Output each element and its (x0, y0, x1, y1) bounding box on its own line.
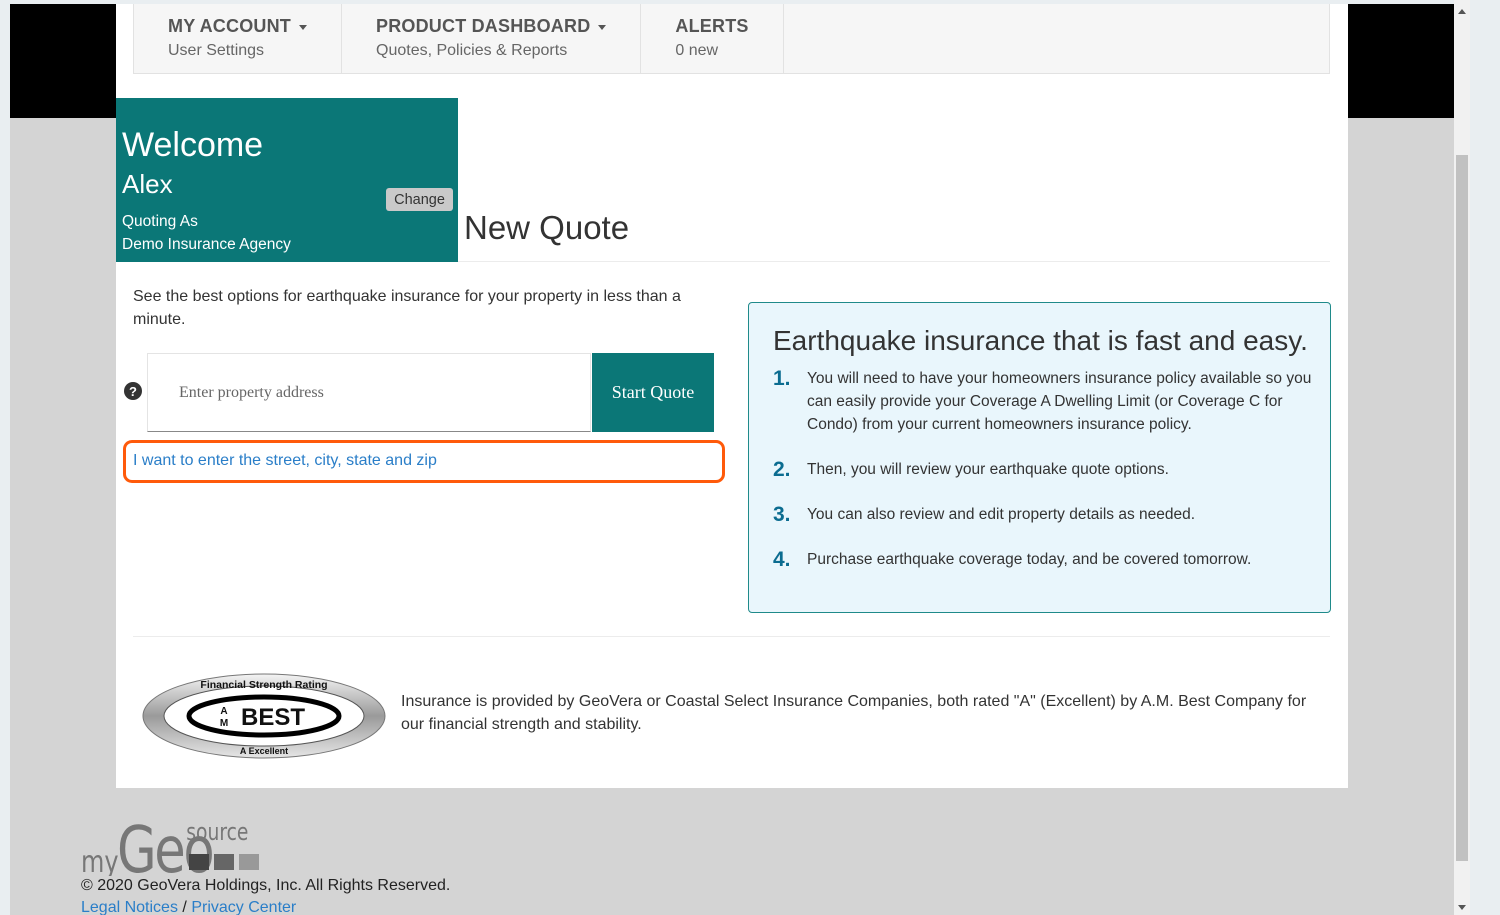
nav-my-account-title: MY ACCOUNT (168, 16, 291, 36)
step-number: 3. (773, 503, 791, 526)
svg-text:BEST: BEST (241, 704, 305, 731)
property-address-input[interactable] (147, 353, 591, 432)
divider (133, 636, 1330, 637)
list-item: 2. Then, you will review your earthquake… (773, 458, 1313, 481)
privacy-center-link[interactable]: Privacy Center (191, 899, 296, 915)
caret-down-icon (299, 25, 307, 30)
browser-viewport: MY ACCOUNT User Settings PRODUCT DASHBOA… (10, 4, 1454, 915)
change-agency-button[interactable]: Change (386, 188, 453, 211)
manual-address-entry-link[interactable]: I want to enter the street, city, state … (133, 452, 437, 470)
nav-product-dashboard-title: PRODUCT DASHBOARD (376, 16, 591, 36)
footer-links: Legal Notices / Privacy Center (81, 899, 296, 915)
rating-disclosure-text: Insurance is provided by GeoVera or Coas… (401, 693, 1307, 733)
quoting-as-label: Quoting As (122, 213, 198, 230)
nav-product-dashboard[interactable]: PRODUCT DASHBOARD Quotes, Policies & Rep… (342, 4, 642, 73)
vertical-scrollbar[interactable] (1454, 0, 1470, 915)
nav-product-dashboard-subtitle: Quotes, Policies & Reports (376, 42, 568, 59)
scrollbar-thumb[interactable] (1456, 155, 1468, 861)
svg-text:M: M (220, 718, 228, 729)
step-text: You will need to have your homeowners in… (807, 370, 1312, 433)
agency-name: Demo Insurance Agency (122, 236, 291, 253)
step-text: You can also review and edit property de… (807, 506, 1196, 523)
svg-text:my: my (81, 845, 119, 876)
scroll-up-arrow-icon[interactable] (1458, 9, 1466, 14)
nav-alerts-title: ALERTS (675, 16, 749, 36)
svg-text:A: A (220, 706, 227, 717)
user-name: Alex (122, 169, 173, 199)
nav-my-account-subtitle: User Settings (168, 42, 265, 59)
question-circle-icon[interactable]: ? (124, 382, 142, 400)
svg-text:A Excellent: A Excellent (240, 746, 288, 756)
nav-my-account[interactable]: MY ACCOUNT User Settings (134, 4, 342, 73)
nav-alerts[interactable]: ALERTS 0 new (641, 4, 784, 73)
info-box: Earthquake insurance that is fast and ea… (748, 302, 1331, 613)
info-box-title: Earthquake insurance that is fast and ea… (773, 325, 1308, 356)
step-text: Purchase earthquake coverage today, and … (807, 551, 1252, 568)
step-number: 2. (773, 458, 791, 481)
page-title: New Quote (464, 209, 630, 246)
steps-list: 1. You will need to have your homeowners… (773, 367, 1313, 593)
step-number: 4. (773, 548, 791, 571)
nav-alerts-count: 0 new (675, 42, 719, 59)
mygeosource-logo: my Geo source (81, 812, 259, 876)
svg-text:Financial Strength Rating: Financial Strength Rating (200, 679, 327, 691)
quote-intro-text: See the best options for earthquake insu… (133, 288, 681, 328)
main-content-panel: MY ACCOUNT User Settings PRODUCT DASHBOA… (116, 4, 1348, 788)
list-item: 1. You will need to have your homeowners… (773, 367, 1313, 436)
am-best-rating-badge: Financial Strength Rating A M BEST A Exc… (142, 673, 386, 759)
link-separator: / (182, 899, 187, 915)
step-text: Then, you will review your earthquake qu… (807, 461, 1169, 478)
caret-down-icon (598, 25, 607, 30)
step-number: 1. (773, 367, 791, 390)
divider (458, 261, 1330, 262)
list-item: 3. You can also review and edit property… (773, 503, 1313, 526)
list-item: 4. Purchase earthquake coverage today, a… (773, 548, 1313, 571)
copyright-text: © 2020 GeoVera Holdings, Inc. All Rights… (81, 877, 451, 894)
svg-text:source: source (186, 819, 248, 847)
welcome-title: Welcome (122, 126, 264, 164)
top-navigation: MY ACCOUNT User Settings PRODUCT DASHBOA… (133, 4, 1330, 74)
start-quote-button[interactable]: Start Quote (592, 353, 714, 432)
legal-notices-link[interactable]: Legal Notices (81, 899, 178, 915)
scroll-down-arrow-icon[interactable] (1458, 905, 1466, 910)
welcome-panel: Welcome Alex Change Quoting As Demo Insu… (116, 98, 458, 262)
